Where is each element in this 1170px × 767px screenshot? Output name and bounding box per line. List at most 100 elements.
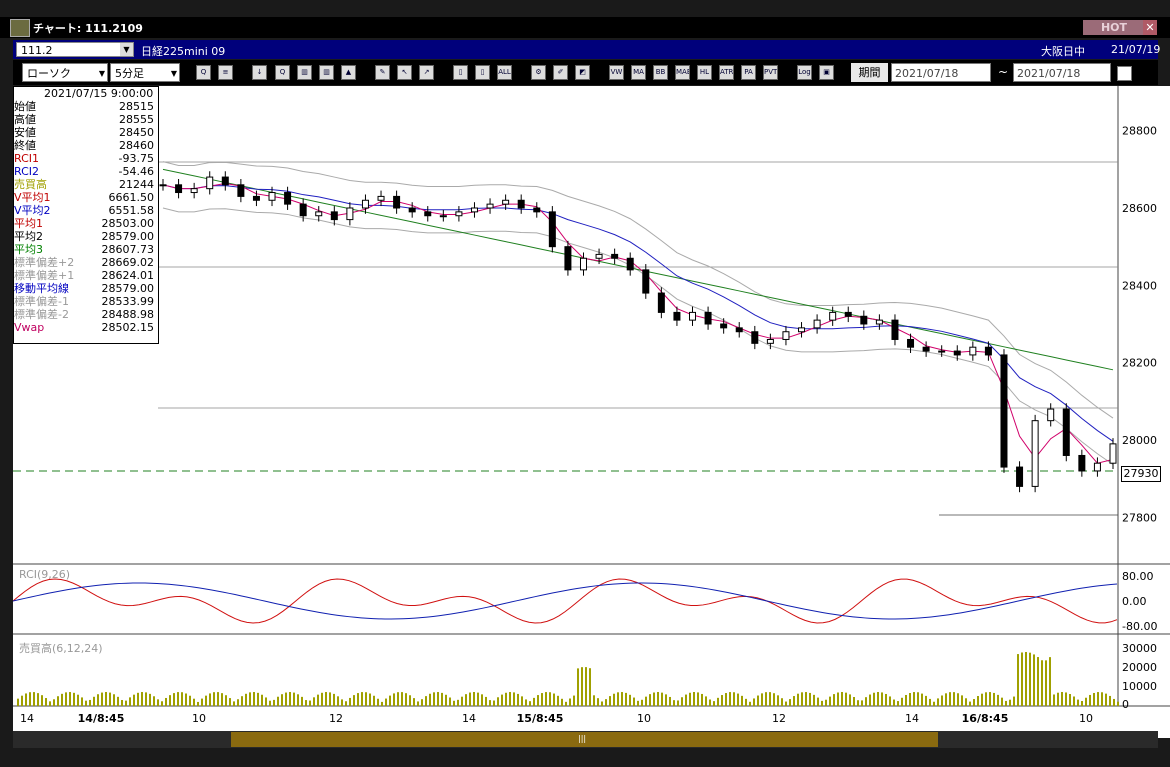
search-chart-icon[interactable]: Q (275, 65, 290, 80)
candle (502, 199, 510, 205)
volume-bar (673, 700, 675, 706)
volume-bar (41, 695, 43, 706)
volume-bar (817, 697, 819, 706)
volume-bar (1057, 692, 1059, 706)
volume-bar (309, 700, 311, 706)
volume-bar (861, 700, 863, 706)
hot-button[interactable]: HOT (1083, 20, 1145, 35)
price-axis-label: 28000 (1122, 434, 1157, 447)
disabled-icon[interactable]: ▲ (341, 65, 356, 80)
volume-bar (789, 699, 791, 706)
hl-icon[interactable]: HL (697, 65, 712, 80)
tools-icon[interactable]: ✐ (553, 65, 568, 80)
candle-blue-icon[interactable]: ▯ (475, 65, 490, 80)
volume-bar (153, 696, 155, 706)
volume-bar (629, 694, 631, 706)
bb-icon[interactable]: BB (653, 65, 668, 80)
date-from-field[interactable]: 2021/07/18 (891, 63, 991, 82)
volume-bar (729, 692, 731, 706)
candle (533, 207, 541, 213)
color-icon[interactable]: ◩ (575, 65, 590, 80)
volume-bar (17, 698, 19, 706)
volume-bar (1013, 696, 1015, 706)
volume-bar (617, 692, 619, 706)
all-icon[interactable]: ALL (497, 65, 512, 80)
volume-bar (433, 692, 435, 706)
legend-row: 標準偏差+1 28624.01 (14, 269, 156, 282)
window-icon[interactable]: ▣ (819, 65, 834, 80)
legend-row: 移動平均線 28579.00 (14, 282, 156, 295)
volume-bar (685, 694, 687, 706)
horizontal-scrollbar[interactable]: ||| (13, 731, 1158, 748)
volume-bar (877, 692, 879, 706)
volume-bar (21, 695, 23, 706)
vwap-icon[interactable]: VW (609, 65, 624, 80)
volume-bar (585, 667, 587, 706)
volume-bar (945, 693, 947, 706)
ma-icon[interactable]: MA (631, 65, 646, 80)
volume-bar (453, 700, 455, 706)
volume-bar (417, 701, 419, 706)
legend-key: RCI1 (14, 152, 40, 165)
legend-value: 28503.00 (101, 217, 155, 230)
volume-bar (273, 699, 275, 706)
chevron-down-icon[interactable]: ▼ (120, 43, 133, 56)
volume-bar (1089, 694, 1091, 706)
volume-bar (525, 699, 527, 706)
candle (1093, 462, 1101, 472)
interval-select[interactable]: 5分足 ▼ (110, 63, 180, 82)
settings-icon[interactable]: ⚙ (531, 65, 546, 80)
para-icon[interactable]: PA (741, 65, 756, 80)
candle (1078, 454, 1086, 472)
volume-bar (845, 692, 847, 706)
volume-bar (797, 693, 799, 706)
date-to-field[interactable]: 2021/07/18 (1013, 63, 1111, 82)
volume-bar (133, 694, 135, 706)
chart-canvas[interactable]: 28800 28600 28400 28200 28000 27800 RCI(9,26) 8… (13, 86, 1170, 738)
volume-bar (841, 692, 843, 706)
log-icon[interactable]: Log (797, 65, 812, 80)
pencil-icon[interactable]: ✎ (375, 65, 390, 80)
candle-chart-icon[interactable]: ▥ (319, 65, 334, 80)
volume-bar (637, 700, 639, 706)
volume-bar (297, 694, 299, 706)
zoom-icon[interactable]: Q (196, 65, 211, 80)
mae-icon[interactable]: MAE (675, 65, 690, 80)
volume-axis-label: 20000 (1122, 661, 1157, 674)
volume-bar (53, 699, 55, 706)
legend-row: RCI2 -54.46 (14, 165, 156, 178)
volume-bar (1017, 654, 1019, 706)
window-title: チャート: 111.2109 (33, 22, 143, 35)
rci-axis-label: 80.00 (1122, 570, 1154, 583)
candle (206, 176, 214, 190)
cursor-icon[interactable]: ↖ (397, 65, 412, 80)
atr-icon[interactable]: ATR (719, 65, 734, 80)
volume-axis-label: 30000 (1122, 642, 1157, 655)
candle (439, 215, 447, 218)
volume-bar (753, 698, 755, 706)
period-button[interactable]: 期間 (851, 63, 888, 82)
volume-bar (397, 692, 399, 706)
candle (595, 253, 603, 259)
columns-icon[interactable]: ≡ (218, 65, 233, 80)
pvt-icon[interactable]: PVT (763, 65, 778, 80)
candle (1031, 420, 1039, 487)
candle (424, 211, 432, 217)
candle (657, 292, 665, 313)
candle-red-icon[interactable]: ▯ (453, 65, 468, 80)
volume-bar (45, 698, 47, 706)
volume-bar (993, 692, 995, 706)
bar-chart-icon[interactable]: ▥ (297, 65, 312, 80)
chart-type-select[interactable]: ローソク ▼ (22, 63, 108, 82)
close-icon[interactable]: ✕ (1143, 20, 1157, 35)
download-icon[interactable]: ↓ (252, 65, 267, 80)
trend-icon[interactable]: ↗ (419, 65, 434, 80)
code-select[interactable]: 111.2 ▼ (16, 42, 134, 57)
volume-bar (825, 699, 827, 706)
period-checkbox[interactable] (1117, 66, 1132, 81)
chart-area[interactable]: 28800 28600 28400 28200 28000 27800 RCI(9,26) 8… (13, 86, 1170, 738)
volume-bar (661, 692, 663, 706)
volume-bar (613, 693, 615, 706)
volume-axis-label: 10000 (1122, 680, 1157, 693)
volume-bar (129, 697, 131, 706)
